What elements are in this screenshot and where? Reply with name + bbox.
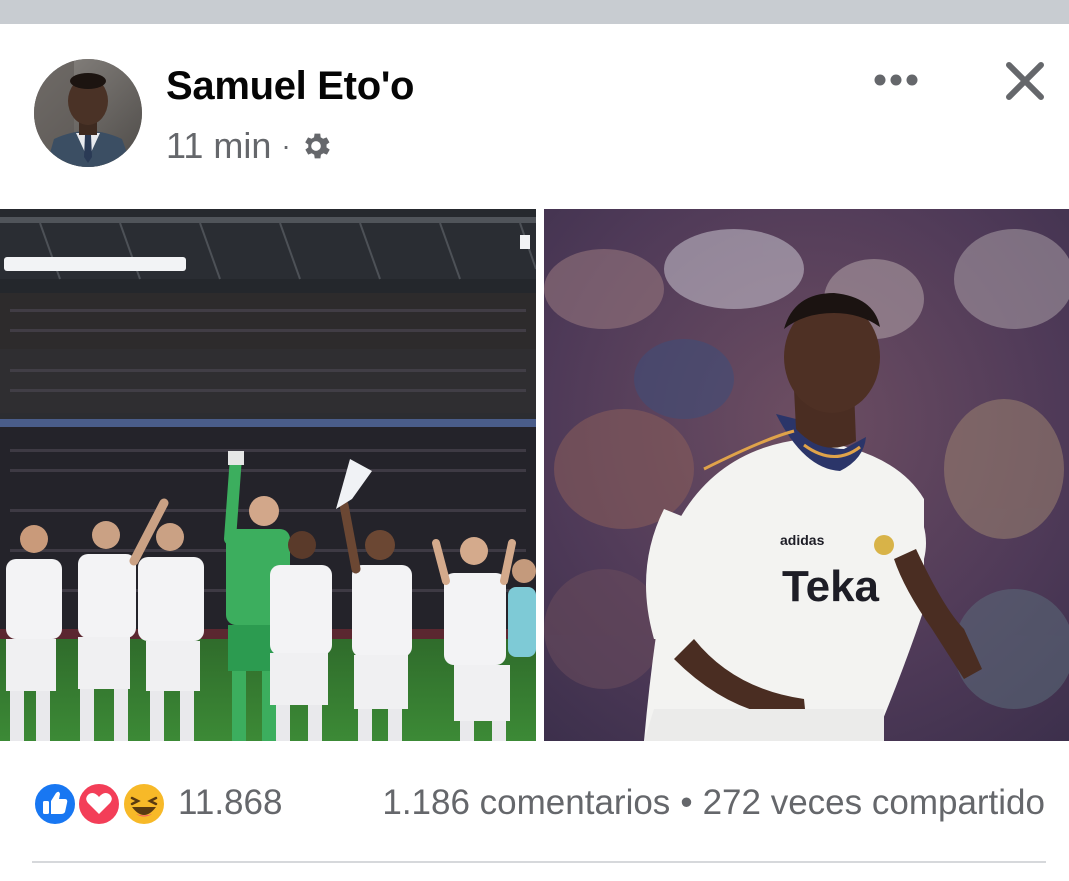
close-icon [1006,62,1044,100]
stats-separator: • [680,783,693,822]
photo-player[interactable]: Teka adidas [544,209,1069,741]
haha-icon [122,782,166,826]
author-name[interactable]: Samuel Eto'o [166,64,414,109]
reaction-icons[interactable] [32,781,168,827]
engagement-bar: 11.868 1.186 comentarios • 272 veces com… [0,741,1069,863]
comments-count[interactable]: 1.186 comentarios [382,783,670,823]
post-photos: Teka adidas [0,209,1069,741]
close-button[interactable] [998,54,1052,108]
author-avatar[interactable] [34,59,142,167]
meta-separator: · [281,130,291,161]
gear-icon[interactable] [299,129,333,163]
top-strip [0,0,1069,24]
love-icon [77,782,121,826]
avatar-image [34,59,142,167]
photo-team-celebration[interactable] [0,209,536,741]
post-timestamp[interactable]: 11 min [166,125,271,167]
like-icon [33,782,77,826]
svg-text:adidas: adidas [780,532,825,548]
reaction-count[interactable]: 11.868 [178,783,282,823]
divider [32,861,1046,863]
shares-count[interactable]: 272 veces compartido [703,783,1045,823]
player-photo: Teka adidas [544,209,1069,741]
post-header: Samuel Eto'o 11 min · [0,24,1069,209]
more-horizontal-icon [874,74,918,86]
post-meta: 11 min · [166,124,333,168]
more-options-button[interactable] [866,58,926,102]
engagement-stats: 1.186 comentarios • 272 veces compartido [382,783,1045,823]
teka-sponsor-logo: Teka [782,562,880,611]
team-celebration-photo [0,209,536,741]
